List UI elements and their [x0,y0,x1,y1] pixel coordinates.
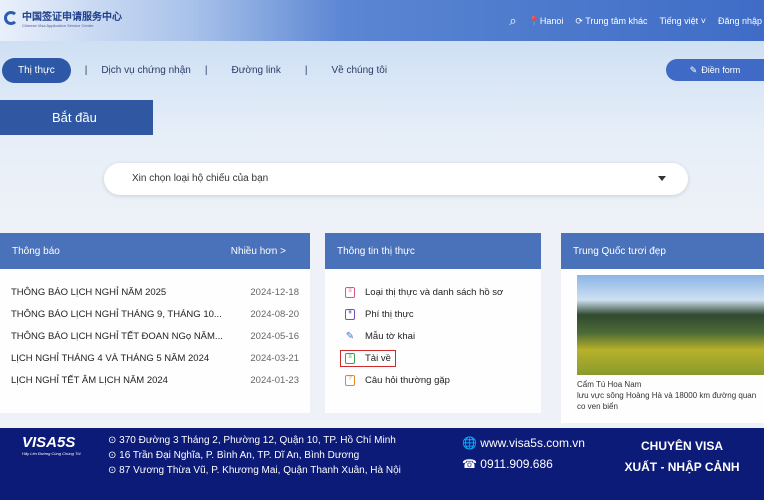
edit-form-icon: ✎ [689,64,698,75]
visa-info-panel: Thông tin thị thực ≡ Loại thị thực và dan… [325,233,541,413]
notice-title: LỊCH NGHỈ THÁNG 4 VÀ THÁNG 5 NĂM 2024 [11,352,210,364]
notice-item[interactable]: LỊCH NGHỈ THÁNG 4 VÀ THÁNG 5 NĂM 2024 202… [0,347,310,369]
nav-divider: | [204,65,208,76]
address-line: ⊙ 16 Trần Đại Nghĩa, P. Bình An, TP. Dĩ … [108,448,401,463]
visa-info-label: Phí thị thực [365,308,414,320]
notice-title: THÔNG BÁO LỊCH NGHỈ THÁNG 9, THÁNG 10... [11,308,222,320]
address-line: ⊙ 370 Đường 3 Tháng 2, Phường 12, Quận 1… [108,433,401,448]
address-text: 87 Vương Thừa Vũ, P. Khương Mai, Quận Th… [119,465,401,476]
location-pin-icon: 📍 [528,15,540,26]
logo-cn: 中国签证申请服务中心 [22,12,122,23]
photo-description-cont: co ven biển [577,402,618,411]
notice-item[interactable]: LỊCH NGHỈ TẾT ÂM LỊCH NĂM 2024 2024-01-23 [0,369,310,391]
refresh-icon: ⟳ [575,15,586,26]
visa-info-item[interactable]: ≡ Tải về [325,347,541,369]
phone-icon: ☎ [462,457,481,471]
beautiful-china-title: Trung Quốc tươi đẹp [573,245,666,257]
slogan-line2: XUẤT - NHẬP CẢNH [624,460,740,474]
language-label: Tiếng việt [659,16,699,26]
address-text: 370 Đường 3 Tháng 2, Phường 12, Quận 10,… [119,435,396,446]
visa-info-label: Tải về [365,352,391,364]
logo[interactable]: 中国签证申请服务中心 Chinese Visa Application Serv… [4,8,122,28]
form-icon: ✎ [345,330,355,342]
fee-icon: ¥ [345,308,355,320]
notice-title: LỊCH NGHỈ TẾT ÂM LỊCH NĂM 2024 [11,374,168,386]
notices-title: Thông báo [12,245,60,257]
visa-info-item[interactable]: ✎ Mẫu tờ khai [325,325,541,347]
visa-info-title: Thông tin thị thực [337,245,415,257]
photo-caption: Cẩm Tú Hoa Nam [577,380,642,389]
fill-form-label: Điền form [701,65,741,75]
visa-info-item[interactable]: ¥ Phí thị thực [325,303,541,325]
notice-item[interactable]: THÔNG BÁO LỊCH NGHỈ THÁNG 9, THÁNG 10...… [0,303,310,325]
visa-info-label: Mẫu tờ khai [365,330,416,342]
passport-type-select[interactable]: Xin chọn loại hộ chiếu của bạn [104,163,688,195]
top-bar: 中国签证申请服务中心 Chinese Visa Application Serv… [0,0,764,41]
main-nav: Thị thực | Dịch vụ chứng nhận | Đường link… [0,58,387,83]
notices-more-link[interactable]: Nhiều hơn > [231,246,286,257]
start-tab[interactable]: Bắt đầu [0,100,153,135]
download-icon: ≡ [345,352,355,364]
language-selector[interactable]: Tiếng việt ˅ [659,16,705,26]
notice-date: 2024-08-20 [250,308,299,320]
list-icon: ≡ [345,286,355,298]
address-line: ⊙ 87 Vương Thừa Vũ, P. Khương Mai, Quận … [108,463,401,478]
notice-date: 2024-03-21 [250,352,299,364]
visa-info-item[interactable]: ≡ Loại thị thực và danh sách hồ sơ [325,281,541,303]
nav-links[interactable]: Đường link [231,65,280,76]
logo-mark-icon [4,11,18,25]
landscape-photo[interactable] [577,275,764,375]
visa-info-item[interactable]: ? Câu hỏi thường gặp [325,369,541,391]
nav-divider: | [304,65,308,76]
notice-title: THÔNG BÁO LỊCH NGHỈ NĂM 2025 [11,286,167,298]
notice-date: 2024-05-16 [250,330,299,342]
notices-panel: Thông báo Nhiều hơn > THÔNG BÁO LỊCH NGHỈ… [0,233,310,413]
pin-icon: ⊙ [108,465,120,476]
caret-down-icon [658,176,666,185]
other-center-link[interactable]: ⟳ Trung tâm khác [575,16,647,27]
brand-tagline: Hãy Lên Đường Cùng Chúng Tôi [22,451,81,456]
notice-title: THÔNG BÁO LỊCH NGHỈ TẾT ĐOAN NGọ NĂM... [11,330,223,342]
beautiful-china-panel: Trung Quốc tươi đẹp Cẩm Tú Hoa Nam lưu v… [561,233,764,423]
notice-date: 2024-12-18 [250,286,299,298]
highlight-box: ≡ Tải về [340,349,396,367]
photo-description: lưu vực sông Hoàng Hà và 18000 km đường … [577,391,757,400]
globe-icon: 🌐 [462,436,481,450]
pin-icon: ⊙ [108,435,120,446]
location-label: Hanoi [539,15,564,26]
passport-select-placeholder: Xin chọn loại hộ chiếu của bạn [132,173,269,184]
slogan-line1: CHUYÊN VISA [640,439,723,453]
phone-number[interactable]: 0911.909.686 [480,457,553,471]
nav-about[interactable]: Về chúng tôi [331,65,387,76]
chevron-down-icon: ˅ [700,16,706,26]
notice-item[interactable]: THÔNG BÁO LỊCH NGHỈ NĂM 2025 2024-12-18 [0,281,310,303]
faq-icon: ? [345,374,355,386]
visa-info-label: Loại thị thực và danh sách hồ sơ [365,286,504,298]
notice-date: 2024-01-23 [250,374,299,386]
notice-item[interactable]: THÔNG BÁO LỊCH NGHỈ TẾT ĐOAN NGọ NĂM... 2… [0,325,310,347]
visa-info-label: Câu hỏi thường gặp [365,374,450,386]
other-center-label: Trung tâm khác [585,15,648,26]
nav-divider: | [84,65,88,76]
visa5s-logo: VISA5S Hãy Lên Đường Cùng Chúng Tôi [22,434,81,456]
location-selector[interactable]: 📍Hanoi [529,16,564,27]
website-link[interactable]: www.visa5s.com.vn [480,436,585,450]
login-link[interactable]: Đăng nhập [718,16,762,26]
brand-name: VISA5S [22,434,76,451]
fill-form-button[interactable]: ✎ Điền form [666,59,764,81]
pin-icon: ⊙ [108,450,120,461]
logo-en: Chinese Visa Application Service Center [22,23,94,28]
search-icon[interactable]: ⌕ [509,13,516,29]
nav-visa[interactable]: Thị thực [2,58,71,83]
nav-certification[interactable]: Dịch vụ chứng nhận [101,65,191,76]
address-text: 16 Trần Đại Nghĩa, P. Bình An, TP. Dĩ An… [119,450,360,461]
footer-banner: VISA5S Hãy Lên Đường Cùng Chúng Tôi ⊙ 370… [0,428,764,500]
